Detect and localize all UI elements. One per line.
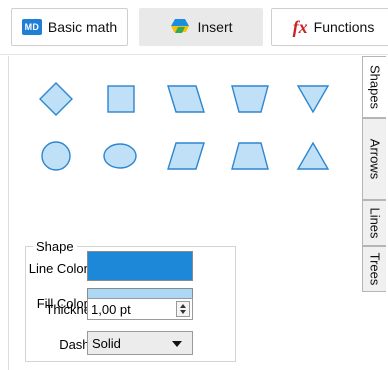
line-color-label: Line Color (28, 261, 88, 276)
circle-shape[interactable] (40, 140, 72, 172)
triangle-down-shape[interactable] (296, 84, 330, 114)
spin-buttons[interactable] (176, 301, 190, 317)
square-shape[interactable] (106, 84, 136, 114)
dashed-select[interactable]: Solid (87, 331, 193, 355)
basic-math-button[interactable]: MD Basic math (11, 8, 128, 46)
tab-shapes-label: Shapes (367, 64, 382, 110)
line-color-swatch[interactable] (87, 251, 193, 281)
tab-shapes[interactable]: Shapes (362, 56, 386, 118)
trapezoid-shape[interactable] (230, 141, 270, 171)
tab-lines-label: Lines (367, 207, 382, 239)
group-title: Shape (33, 239, 77, 254)
thickness-stepper[interactable]: 1,00 pt (87, 298, 193, 320)
dashed-value: Solid (92, 336, 121, 351)
tab-arrows-label: Arrows (367, 138, 382, 180)
tab-lines[interactable]: Lines (362, 200, 386, 246)
parallelogram-right-shape[interactable] (166, 84, 206, 114)
ellipse-shape[interactable] (102, 142, 138, 170)
tab-arrows[interactable]: Arrows (362, 118, 386, 200)
fx-icon: fx (292, 17, 308, 37)
md-icon: MD (21, 19, 42, 35)
insert-button[interactable]: Insert (139, 8, 263, 46)
chevron-down-icon (172, 341, 182, 347)
tab-trees-label: Trees (367, 252, 382, 286)
parallelogram-left-shape[interactable] (166, 141, 206, 171)
insert-label: Insert (197, 19, 233, 35)
functions-label: Functions (313, 19, 375, 35)
trapezoid-inverted-shape[interactable] (230, 84, 270, 114)
functions-button[interactable]: fx Functions (271, 8, 388, 46)
insert-icon (169, 17, 191, 38)
diamond-shape[interactable] (38, 82, 74, 116)
tab-trees[interactable]: Trees (362, 246, 386, 292)
triangle-up-shape[interactable] (296, 141, 330, 171)
thickness-value[interactable]: 1,00 pt (91, 302, 131, 317)
ribbon-toolbar: MD Basic math Insert fx Functions (0, 0, 388, 55)
basic-math-label: Basic math (47, 19, 118, 35)
spin-arrows-icon (180, 304, 186, 314)
